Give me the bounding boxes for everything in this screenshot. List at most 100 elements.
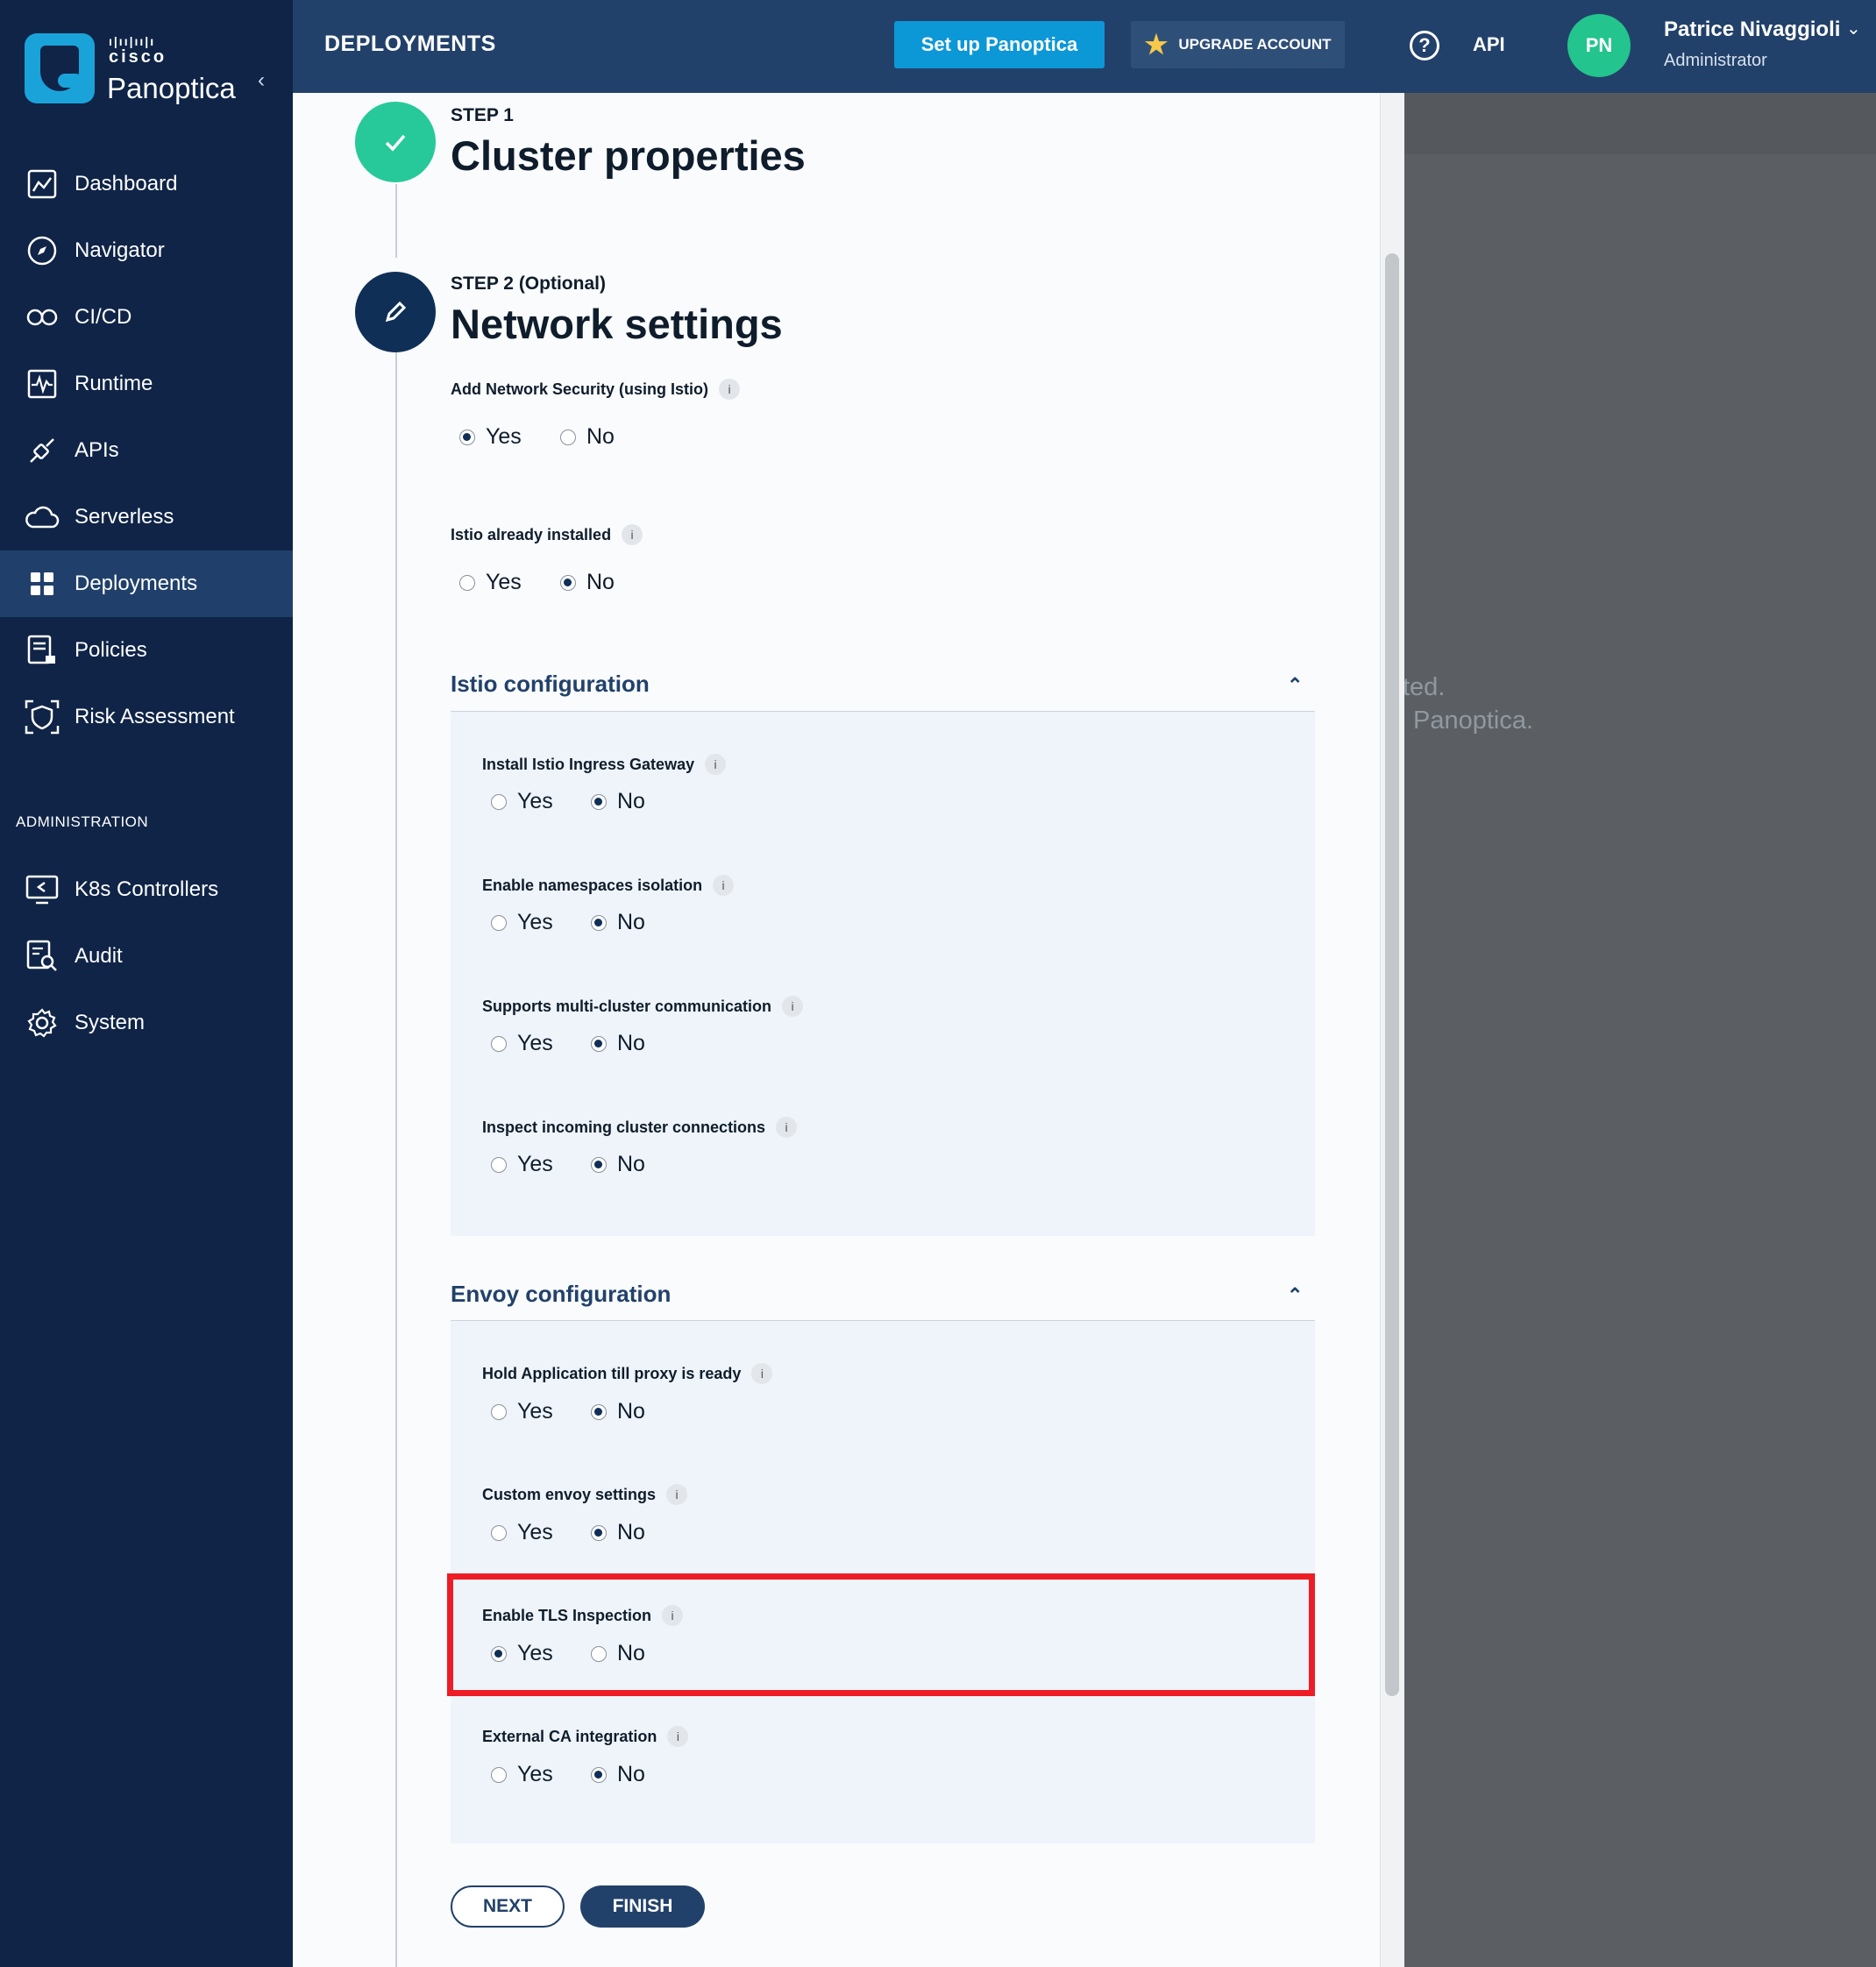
compass-icon xyxy=(25,233,60,268)
avatar[interactable]: PN xyxy=(1567,14,1631,77)
policy-lock-icon xyxy=(25,633,60,668)
upgrade-account-button[interactable]: ★ UPGRADE ACCOUNT xyxy=(1131,21,1345,68)
inspect-connections-label: Inspect incoming cluster connections i xyxy=(482,1117,798,1138)
nav-label: Deployments xyxy=(75,572,198,595)
info-icon[interactable]: i xyxy=(782,996,804,1017)
chevron-down-icon[interactable]: ⌄ xyxy=(1846,18,1861,39)
nav-audit[interactable]: Audit xyxy=(0,923,293,990)
external-ca-label: External CA integration i xyxy=(482,1726,689,1747)
multi-cluster-label: Supports multi-cluster communication i xyxy=(482,996,804,1017)
nav-navigator[interactable]: Navigator xyxy=(0,217,293,284)
info-icon[interactable]: i xyxy=(719,379,741,400)
cloud-icon xyxy=(25,500,60,535)
tls-inspection-highlight-box xyxy=(447,1573,1315,1696)
nav-runtime[interactable]: Runtime xyxy=(0,351,293,417)
nav-apis[interactable]: APIs xyxy=(0,417,293,484)
nav-label: Dashboard xyxy=(75,172,178,195)
api-plug-icon xyxy=(25,433,60,468)
info-icon[interactable]: i xyxy=(713,875,735,896)
info-icon[interactable]: i xyxy=(622,524,643,545)
add-network-security-no-radio[interactable]: No xyxy=(560,424,615,450)
nav-label: Risk Assessment xyxy=(75,705,235,728)
inspect-connections-yes-radio[interactable]: Yes xyxy=(491,1152,553,1177)
nav-system[interactable]: System xyxy=(0,990,293,1056)
gear-icon xyxy=(25,1005,60,1040)
custom-envoy-yes-radio[interactable]: Yes xyxy=(491,1520,553,1545)
nav-label: Policies xyxy=(75,638,147,662)
star-icon: ★ xyxy=(1144,30,1169,60)
background-text: ted. xyxy=(1403,673,1446,701)
info-icon[interactable]: i xyxy=(751,1363,773,1384)
inspect-connections-no-radio[interactable]: No xyxy=(591,1152,645,1177)
istio-config-panel xyxy=(451,712,1315,1236)
user-name[interactable]: Patrice Nivaggioli xyxy=(1664,18,1840,42)
info-icon[interactable]: i xyxy=(776,1117,798,1138)
help-icon[interactable]: ? xyxy=(1410,31,1439,60)
ingress-gateway-yes-radio[interactable]: Yes xyxy=(491,789,553,814)
ingress-gateway-label: Install Istio Ingress Gateway i xyxy=(482,754,727,775)
background-text: Panoptica. xyxy=(1413,707,1534,735)
background-header xyxy=(1404,93,1876,154)
nav-label: APIs xyxy=(75,438,119,462)
step1-title[interactable]: Cluster properties xyxy=(451,131,806,180)
sidebar: ı|ıı|ıı|ı cisco Panoptica ‹ Dashboard Nav… xyxy=(0,0,293,1967)
info-icon[interactable]: i xyxy=(666,1484,688,1505)
top-bar: DEPLOYMENTS Set up Panoptica ★ UPGRADE A… xyxy=(293,0,1876,93)
nav-k8s-controllers[interactable]: K8s Controllers xyxy=(0,856,293,923)
runtime-icon xyxy=(25,366,60,401)
pencil-icon xyxy=(385,301,407,323)
nav-cicd[interactable]: CI/CD xyxy=(0,284,293,351)
istio-installed-no-radio[interactable]: No xyxy=(560,570,615,595)
nav-label: Runtime xyxy=(75,372,153,395)
setup-panoptica-button[interactable]: Set up Panoptica xyxy=(894,21,1105,68)
istio-config-header[interactable]: Istio configuration xyxy=(451,671,650,698)
brand[interactable]: ı|ıı|ıı|ı cisco Panoptica xyxy=(25,33,279,107)
hold-application-yes-radio[interactable]: Yes xyxy=(491,1399,553,1424)
admin-section-header: ADMINISTRATION xyxy=(16,813,149,830)
scrollbar-thumb[interactable] xyxy=(1385,253,1399,1696)
nav-deployments[interactable]: Deployments xyxy=(0,550,293,617)
namespace-isolation-no-radio[interactable]: No xyxy=(591,910,645,935)
finish-button[interactable]: FINISH xyxy=(580,1885,705,1928)
chevron-up-icon[interactable]: ⌃ xyxy=(1287,1284,1303,1307)
cisco-wordmark: ı|ıı|ıı|ı cisco xyxy=(109,34,167,67)
deployment-wizard-drawer: STEP 1 Cluster properties STEP 2 (Option… xyxy=(293,93,1404,1967)
custom-envoy-no-radio[interactable]: No xyxy=(591,1520,645,1545)
step2-label: STEP 2 (Optional) xyxy=(451,273,606,294)
info-icon[interactable]: i xyxy=(705,754,727,775)
multi-cluster-no-radio[interactable]: No xyxy=(591,1031,645,1056)
nav-policies[interactable]: Policies xyxy=(0,617,293,684)
envoy-config-header[interactable]: Envoy configuration xyxy=(451,1281,671,1308)
step1-complete-indicator[interactable] xyxy=(355,102,436,182)
namespace-isolation-yes-radio[interactable]: Yes xyxy=(491,910,553,935)
panoptica-logo xyxy=(25,33,95,103)
chevron-up-icon[interactable]: ⌃ xyxy=(1287,674,1303,697)
namespace-isolation-label: Enable namespaces isolation i xyxy=(482,875,735,896)
dashboard-icon xyxy=(25,167,60,202)
add-network-security-yes-radio[interactable]: Yes xyxy=(459,424,522,450)
info-icon[interactable]: i xyxy=(667,1726,689,1747)
chevron-left-icon[interactable]: ‹ xyxy=(258,68,265,93)
step2-edit-indicator[interactable] xyxy=(355,272,436,352)
add-network-security-label: Add Network Security (using Istio) i xyxy=(451,379,741,400)
multi-cluster-yes-radio[interactable]: Yes xyxy=(491,1031,553,1056)
nav-dashboard[interactable]: Dashboard xyxy=(0,151,293,217)
nav-label: CI/CD xyxy=(75,305,132,329)
next-button[interactable]: NEXT xyxy=(451,1885,565,1928)
external-ca-no-radio[interactable]: No xyxy=(591,1762,645,1787)
istio-installed-yes-radio[interactable]: Yes xyxy=(459,570,522,595)
ingress-gateway-no-radio[interactable]: No xyxy=(591,789,645,814)
monitor-icon xyxy=(25,872,60,907)
nav-risk-assessment[interactable]: Risk Assessment xyxy=(0,684,293,750)
upgrade-label: UPGRADE ACCOUNT xyxy=(1178,36,1332,53)
user-role: Administrator xyxy=(1664,51,1767,70)
checkmark-icon xyxy=(385,134,406,152)
api-link[interactable]: API xyxy=(1473,33,1505,56)
external-ca-yes-radio[interactable]: Yes xyxy=(491,1762,553,1787)
step2-title: Network settings xyxy=(451,301,783,347)
step-connector xyxy=(395,351,397,1967)
hold-application-no-radio[interactable]: No xyxy=(591,1399,645,1424)
nav-serverless[interactable]: Serverless xyxy=(0,484,293,550)
nav-label: K8s Controllers xyxy=(75,877,219,901)
nav-label: Audit xyxy=(75,944,123,968)
